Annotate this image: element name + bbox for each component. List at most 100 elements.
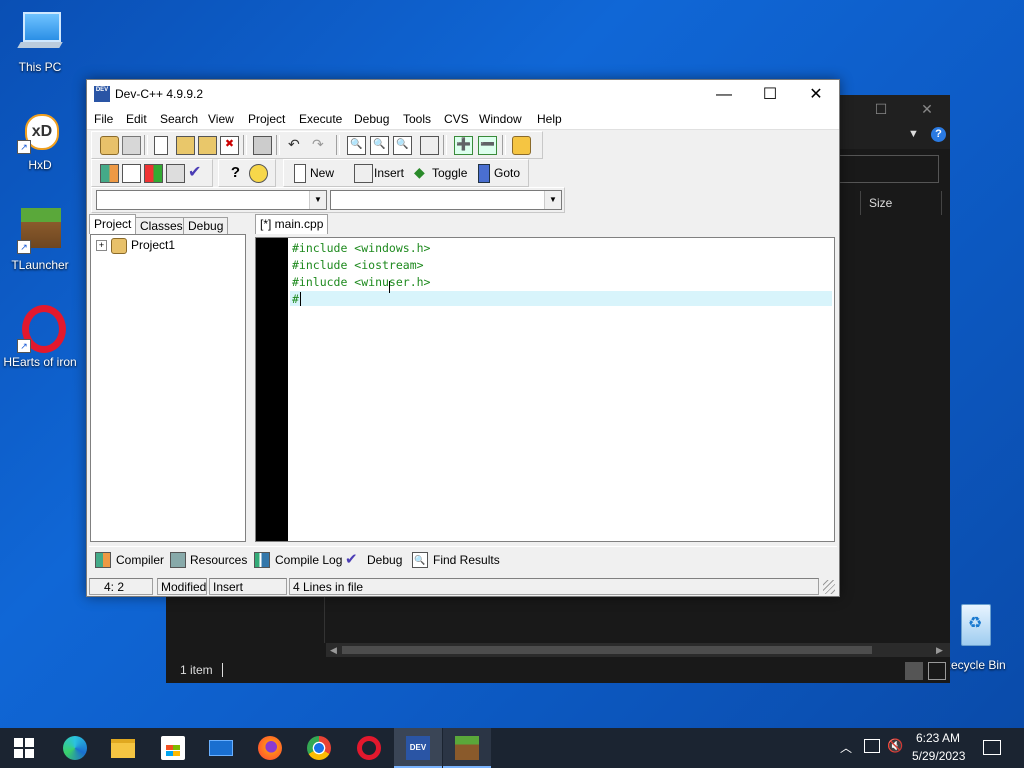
devcpp-taskbar-icon[interactable]: DEV xyxy=(406,736,430,760)
undo-icon[interactable]: ↶ xyxy=(288,136,305,153)
help-icon[interactable]: ? xyxy=(931,127,946,142)
firefox-icon[interactable] xyxy=(258,736,282,760)
clock-time[interactable]: 6:23 AM xyxy=(916,731,960,745)
close-file-icon[interactable]: ✖ xyxy=(220,136,239,155)
menu-tools[interactable]: Tools xyxy=(403,112,431,126)
minimize-button[interactable]: — xyxy=(701,80,747,109)
run-icon[interactable] xyxy=(122,164,141,183)
goto-bookmark-icon[interactable] xyxy=(478,164,490,183)
large-icons-view-icon[interactable] xyxy=(928,662,946,680)
menu-edit[interactable]: Edit xyxy=(126,112,147,126)
desktop-icon-this-pc[interactable]: This PC xyxy=(0,10,80,74)
mail-icon[interactable] xyxy=(209,740,233,756)
find-next-icon[interactable]: 🔍 xyxy=(393,136,412,155)
chevron-down-icon[interactable]: ▼ xyxy=(908,128,919,140)
scroll-left-icon[interactable]: ◀ xyxy=(330,643,337,657)
chrome-icon[interactable] xyxy=(307,736,331,760)
new-button[interactable]: New xyxy=(310,166,334,180)
opera-taskbar-icon[interactable] xyxy=(357,736,381,760)
network-icon[interactable] xyxy=(864,739,880,753)
close-icon[interactable]: ✕ xyxy=(904,95,950,123)
file-explorer-icon[interactable] xyxy=(111,739,135,758)
save-all-icon[interactable] xyxy=(198,136,217,155)
class-combo[interactable]: ▼ xyxy=(96,190,327,210)
project-tree[interactable]: + Project1 xyxy=(90,234,246,542)
tab-resources[interactable]: Resources xyxy=(190,550,247,570)
code-line-3[interactable]: #inlucde <winuser.h> xyxy=(292,275,430,289)
scrollbar-thumb[interactable] xyxy=(342,646,872,654)
store-icon[interactable] xyxy=(161,736,185,760)
insert-icon[interactable] xyxy=(354,164,373,183)
chevron-down-icon[interactable]: ▼ xyxy=(544,191,561,209)
new-file-icon[interactable] xyxy=(154,136,168,155)
details-view-icon[interactable] xyxy=(905,662,923,680)
add-to-project-icon[interactable]: ➕ xyxy=(454,136,473,155)
rebuild-all-icon[interactable] xyxy=(166,164,185,183)
tree-item-project1[interactable]: Project1 xyxy=(131,238,175,252)
desktop-icon-hearts-of-iron[interactable]: ↗ HEarts of iron xyxy=(0,305,80,369)
desktop-icon-tlauncher[interactable]: ↗ TLauncher xyxy=(0,208,80,272)
devcpp-titlebar[interactable]: DEV Dev-C++ 4.9.9.2 — ☐ ✕ xyxy=(87,80,839,109)
resize-grip-icon[interactable] xyxy=(823,580,835,594)
tab-find-results[interactable]: Find Results xyxy=(433,550,500,570)
horizontal-scrollbar[interactable]: ◀ ▶ xyxy=(326,643,950,657)
toggle-bookmark-icon[interactable]: ◆ xyxy=(414,164,431,181)
tab-debug-bottom[interactable]: Debug xyxy=(367,550,402,570)
desktop-icon-hxd[interactable]: xD ↗ HxD xyxy=(0,110,80,172)
find-icon[interactable]: 🔍 xyxy=(347,136,366,155)
toggle-button[interactable]: Toggle xyxy=(432,166,467,180)
volume-muted-icon[interactable]: 🔇 xyxy=(887,738,903,754)
goto-button[interactable]: Goto xyxy=(494,166,520,180)
show-hidden-icons-icon[interactable]: ︿ xyxy=(840,739,852,756)
menu-search[interactable]: Search xyxy=(160,112,198,126)
about-icon[interactable] xyxy=(249,164,268,183)
save-icon[interactable] xyxy=(176,136,195,155)
expand-icon[interactable]: + xyxy=(96,240,107,251)
menu-view[interactable]: View xyxy=(208,112,234,126)
column-header-size[interactable]: Size xyxy=(860,191,942,215)
goto-line-icon[interactable] xyxy=(420,136,439,155)
menu-cvs[interactable]: CVS xyxy=(444,112,469,126)
menu-project[interactable]: Project xyxy=(248,112,285,126)
tab-classes[interactable]: Classes xyxy=(135,217,188,234)
member-combo[interactable]: ▼ xyxy=(330,190,562,210)
scroll-right-icon[interactable]: ▶ xyxy=(936,643,943,657)
menu-execute[interactable]: Execute xyxy=(299,112,342,126)
maximize-icon[interactable]: ☐ xyxy=(858,95,904,123)
help-icon[interactable]: ? xyxy=(227,164,244,181)
tab-debug[interactable]: Debug xyxy=(183,217,229,234)
new-icon[interactable] xyxy=(294,164,306,183)
chevron-down-icon[interactable]: ▼ xyxy=(309,191,326,209)
close-button[interactable]: ✕ xyxy=(793,80,839,109)
tab-compiler[interactable]: Compiler xyxy=(116,550,164,570)
clock-date[interactable]: 5/29/2023 xyxy=(912,749,965,763)
explorer-search-box[interactable] xyxy=(838,155,939,183)
editor-tab-main-cpp[interactable]: [*] main.cpp xyxy=(255,214,329,234)
insert-button[interactable]: Insert xyxy=(374,166,404,180)
minecraft-taskbar-icon[interactable] xyxy=(455,736,479,760)
tab-project[interactable]: Project xyxy=(89,214,137,234)
project-icon[interactable] xyxy=(100,136,119,155)
notifications-icon[interactable] xyxy=(983,740,1001,755)
project-options-icon[interactable] xyxy=(512,136,531,155)
code-line-2[interactable]: #include <iostream> xyxy=(292,258,424,272)
remove-from-project-icon[interactable]: ➖ xyxy=(478,136,497,155)
code-line-1[interactable]: #include <windows.h> xyxy=(292,241,430,255)
menu-file[interactable]: File xyxy=(94,112,113,126)
check-syntax-icon[interactable]: ✔ xyxy=(188,164,205,181)
redo-icon[interactable]: ↷ xyxy=(312,136,329,153)
compile-run-icon[interactable] xyxy=(144,164,163,183)
menu-debug[interactable]: Debug xyxy=(354,112,389,126)
menu-window[interactable]: Window xyxy=(479,112,522,126)
edge-icon[interactable] xyxy=(63,736,87,760)
tab-compile-log[interactable]: Compile Log xyxy=(275,550,342,570)
menu-help[interactable]: Help xyxy=(537,112,562,126)
compile-icon[interactable] xyxy=(100,164,119,183)
maximize-button[interactable]: ☐ xyxy=(747,80,793,109)
windows-start-icon[interactable] xyxy=(14,738,34,758)
replace-icon[interactable]: 🔍 xyxy=(370,136,389,155)
print-icon[interactable] xyxy=(253,136,272,155)
devcpp-window[interactable]: DEV Dev-C++ 4.9.9.2 — ☐ ✕ File Edit Sear… xyxy=(86,79,840,597)
code-line-4[interactable]: # xyxy=(292,292,299,306)
open-project-icon[interactable] xyxy=(122,136,141,155)
